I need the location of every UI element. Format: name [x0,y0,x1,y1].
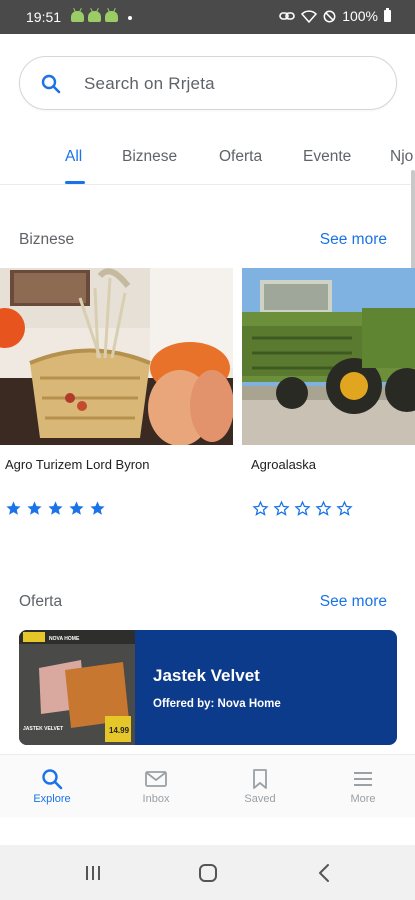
star-outline-icon [252,500,269,516]
combine-harvester-photo [242,268,415,445]
star-filled-icon [48,501,63,515]
system-navigation-bar [0,845,415,900]
search-icon [41,74,61,94]
category-tabs: All Biznese Oferta Evente Njo [0,140,415,184]
tabs-divider [0,184,415,185]
star-outline-icon [315,500,332,516]
star-filled-icon [69,501,84,515]
section-title-oferta: Oferta [19,593,63,610]
home-icon[interactable] [197,862,219,884]
offer-card-jastek-velvet[interactable]: 14.99 JASTEK VELVET NOVA HOME Jastek Vel… [19,630,397,745]
nav-more[interactable]: More [311,755,415,818]
tab-oferta[interactable]: Oferta [219,148,262,166]
business-name: Agroalaska [251,457,317,472]
bookmark-icon [253,769,267,789]
status-right: 100% [279,8,391,24]
harvest-basket-photo [0,268,233,445]
bottom-navigation: Explore Inbox Saved More [0,754,415,817]
business-name: Agro Turizem Lord Byron [5,457,150,472]
rating-stars [252,500,353,517]
star-outline-icon [294,500,311,516]
section-title-biznese: Biznese [19,231,75,248]
nav-label: Saved [244,793,276,805]
battery-icon [384,8,391,22]
android-icon [71,11,84,22]
pillow-product-photo: 14.99 JASTEK VELVET NOVA HOME [19,630,135,745]
nav-explore[interactable]: Explore [0,755,104,818]
nav-inbox[interactable]: Inbox [104,755,208,818]
offer-image-brand: NOVA HOME [49,636,80,642]
recent-apps-icon[interactable] [82,862,104,884]
nav-label: Explore [33,793,71,805]
notification-icons [71,11,118,22]
business-image [242,268,415,445]
tab-all[interactable]: All [65,148,82,166]
star-outline-icon [336,500,353,516]
status-time: 19:51 [26,9,62,25]
star-filled-icon [90,501,105,515]
back-icon[interactable] [314,862,336,884]
business-card-lord-byron[interactable]: Agro Turizem Lord Byron [0,268,233,515]
star-filled-icon [6,501,21,515]
tab-evente[interactable]: Evente [303,148,351,166]
offer-image-caption: JASTEK VELVET [23,726,63,732]
link-icon [279,12,295,20]
nav-label: More [350,793,376,805]
star-outline-icon [273,500,290,516]
more-notifications-dot-icon [128,16,132,20]
mail-icon [145,771,167,787]
search-placeholder: Search on Rrjeta [84,74,215,93]
menu-icon [354,772,372,786]
offer-title: Jastek Velvet [153,666,260,685]
wifi-icon [301,9,318,23]
status-bar: 19:51 100% [0,0,415,34]
offer-image-price: 14.99 [109,726,130,735]
see-more-oferta-link[interactable]: See more [320,593,387,611]
offer-subtitle: Offered by: Nova Home [153,698,281,710]
see-more-biznese-link[interactable]: See more [320,231,387,249]
star-filled-icon [27,501,42,515]
search-input[interactable]: Search on Rrjeta [19,56,397,110]
business-image [0,268,233,445]
do-not-disturb-icon [323,10,336,22]
android-icon [88,11,101,22]
nav-label: Inbox [142,793,170,805]
rating-stars [5,500,106,517]
android-icon [105,11,118,22]
business-card-agroalaska[interactable]: Agroalaska [242,268,415,516]
nav-saved[interactable]: Saved [208,755,312,818]
tab-njo[interactable]: Njo [390,148,413,166]
offer-image: 14.99 JASTEK VELVET NOVA HOME [19,630,135,745]
tab-biznese[interactable]: Biznese [122,148,177,166]
search-icon [42,769,63,790]
battery-percent: 100% [342,8,378,24]
spacer [0,817,415,845]
